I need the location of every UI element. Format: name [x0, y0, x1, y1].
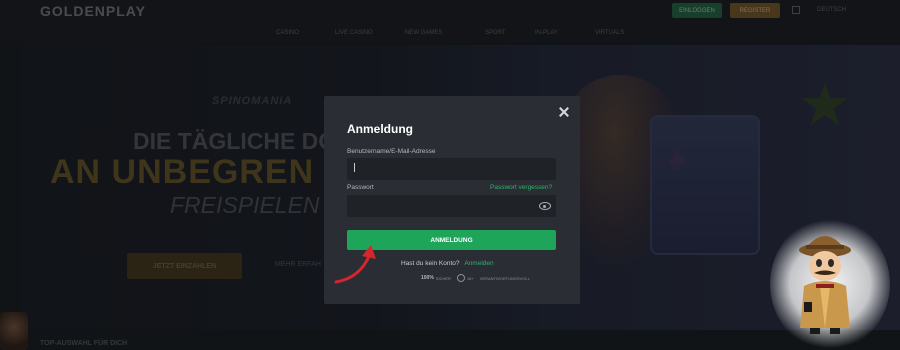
no-account-text: Hast du kein Konto? Anmelden	[401, 260, 494, 267]
username-input[interactable]	[347, 158, 556, 180]
detective-mascot-icon	[799, 236, 851, 334]
trust-badge-main: 100%	[421, 275, 434, 281]
trust-badge-age: 18+	[456, 274, 474, 282]
text-cursor	[354, 163, 355, 172]
trust-badge-sub: VERANTWORTUNGSVOLL	[479, 275, 530, 281]
age-restriction-icon	[456, 274, 465, 282]
password-input[interactable]	[347, 195, 556, 217]
trust-badge-sub: 18+	[466, 275, 474, 281]
trust-badge-secure: 100% SICHER	[421, 275, 451, 281]
eye-icon[interactable]	[539, 202, 551, 210]
no-account-label: Hast du kein Konto?	[401, 260, 460, 267]
register-link[interactable]: Anmelden	[464, 260, 493, 267]
page: GOLDENPLAY EINLOGGEN REGISTER DEUTSCH CA…	[0, 0, 900, 350]
trust-badges: 100% SICHER 18+ VERANTWORTUNGSVOLL	[421, 274, 530, 282]
trust-badge-sub: SICHER	[435, 275, 451, 281]
modal-title: Anmeldung	[347, 122, 413, 136]
close-icon[interactable]	[558, 106, 570, 118]
annotation-arrow-icon	[334, 245, 376, 284]
username-label: Benutzername/E-Mail-Adresse	[347, 148, 436, 155]
trust-badge-responsible: VERANTWORTUNGSVOLL	[480, 276, 530, 281]
password-label: Passwort	[347, 184, 374, 191]
forgot-password-link[interactable]: Passwort vergessen?	[490, 184, 552, 191]
